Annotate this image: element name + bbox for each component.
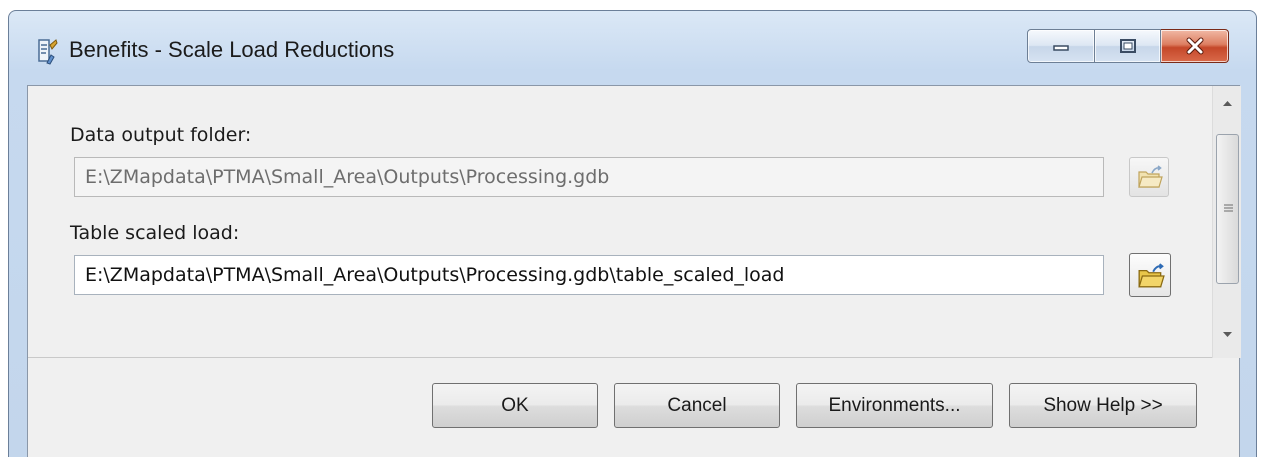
- data-output-folder-field[interactable]: E:\ZMapdata\PTMA\Small_Area\Outputs\Proc…: [74, 157, 1104, 197]
- environments-button[interactable]: Environments...: [796, 383, 993, 428]
- table-scaled-load-browse-button[interactable]: [1129, 253, 1171, 297]
- vertical-scrollbar[interactable]: [1212, 86, 1241, 358]
- scrollbar-grip-icon: [1224, 204, 1233, 212]
- minimize-button[interactable]: [1027, 29, 1095, 63]
- toolbox-script-icon: [35, 37, 59, 65]
- table-scaled-load-input[interactable]: E:\ZMapdata\PTMA\Small_Area\Outputs\Proc…: [74, 255, 1104, 295]
- dialog-window: Benefits - Scale Load Reductions Data ou…: [8, 10, 1257, 457]
- close-icon: [1186, 37, 1203, 55]
- show-help-button[interactable]: Show Help >>: [1009, 383, 1197, 428]
- parameters-panel: Data output folder: E:\ZMapdata\PTMA\Sma…: [28, 86, 1241, 358]
- window-title: Benefits - Scale Load Reductions: [69, 37, 395, 62]
- table-scaled-load-label: Table scaled load:: [70, 222, 240, 244]
- dialog-content: Data output folder: E:\ZMapdata\PTMA\Sma…: [27, 85, 1241, 457]
- title-bar[interactable]: Benefits - Scale Load Reductions: [9, 11, 1256, 83]
- scroll-down-icon[interactable]: [1221, 330, 1234, 340]
- minimize-icon: [1053, 45, 1069, 51]
- folder-browse-icon: [1138, 165, 1163, 188]
- data-output-folder-browse-button[interactable]: [1129, 157, 1169, 197]
- cancel-button[interactable]: Cancel: [614, 383, 780, 428]
- scrollbar-thumb[interactable]: [1216, 134, 1239, 284]
- ok-button[interactable]: OK: [432, 383, 598, 428]
- data-output-folder-label: Data output folder:: [70, 124, 252, 146]
- close-button[interactable]: [1161, 29, 1229, 63]
- scroll-up-icon[interactable]: [1221, 98, 1234, 108]
- folder-browse-icon: [1138, 263, 1165, 288]
- maximize-button[interactable]: [1095, 29, 1161, 63]
- maximize-icon: [1119, 39, 1136, 53]
